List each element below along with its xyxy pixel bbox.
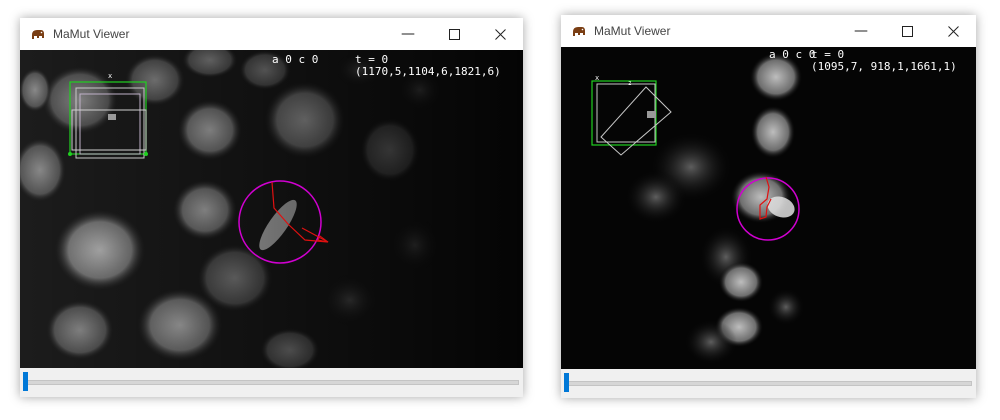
coordinate-readout: (1095,7, 918,1,1661,1) xyxy=(811,60,957,73)
mamut-viewer-window-1: MaMut Viewer — x a 0 c 0 t = 0 (1170,5,1… xyxy=(20,18,523,397)
timeline-slider-thumb[interactable] xyxy=(23,372,28,391)
window-title: MaMut Viewer xyxy=(53,27,130,41)
title-bar[interactable]: MaMut Viewer — xyxy=(561,15,976,47)
axes-label: a 0 c 0 xyxy=(769,48,816,61)
axes-label: a 0 c 0 xyxy=(272,53,319,66)
window-title: MaMut Viewer xyxy=(594,24,671,38)
minimize-icon[interactable]: — xyxy=(838,15,884,47)
timeline-slider-thumb[interactable] xyxy=(564,373,569,392)
timeline-slider-track[interactable] xyxy=(24,380,519,385)
svg-text:x: x xyxy=(108,72,112,80)
coordinate-readout: (1170,5,1104,6,1821,6) xyxy=(355,65,501,78)
maximize-icon[interactable] xyxy=(431,18,477,50)
elephant-icon xyxy=(571,23,587,39)
mamut-viewer-window-2: MaMut Viewer — x z a 0 c 0 t = 0 (1095,7… xyxy=(561,15,976,398)
close-icon[interactable] xyxy=(930,15,976,47)
timeline-slider-area xyxy=(20,368,523,397)
microscopy-image: x z xyxy=(561,47,976,369)
timeline-slider-area xyxy=(561,369,976,398)
timeline-slider-track[interactable] xyxy=(565,381,972,386)
minimize-icon[interactable]: — xyxy=(385,18,431,50)
image-viewer-canvas[interactable]: x a 0 c 0 t = 0 (1170,5,1104,6,1821,6) xyxy=(20,50,523,368)
elephant-icon xyxy=(30,26,46,42)
svg-text:x: x xyxy=(595,74,599,82)
svg-text:z: z xyxy=(628,80,632,87)
title-bar[interactable]: MaMut Viewer — xyxy=(20,18,523,50)
image-viewer-canvas[interactable]: x z a 0 c 0 t = 0 (1095,7, 918,1,1661,1) xyxy=(561,47,976,369)
microscopy-image: x xyxy=(20,50,523,368)
close-icon[interactable] xyxy=(477,18,523,50)
maximize-icon[interactable] xyxy=(884,15,930,47)
